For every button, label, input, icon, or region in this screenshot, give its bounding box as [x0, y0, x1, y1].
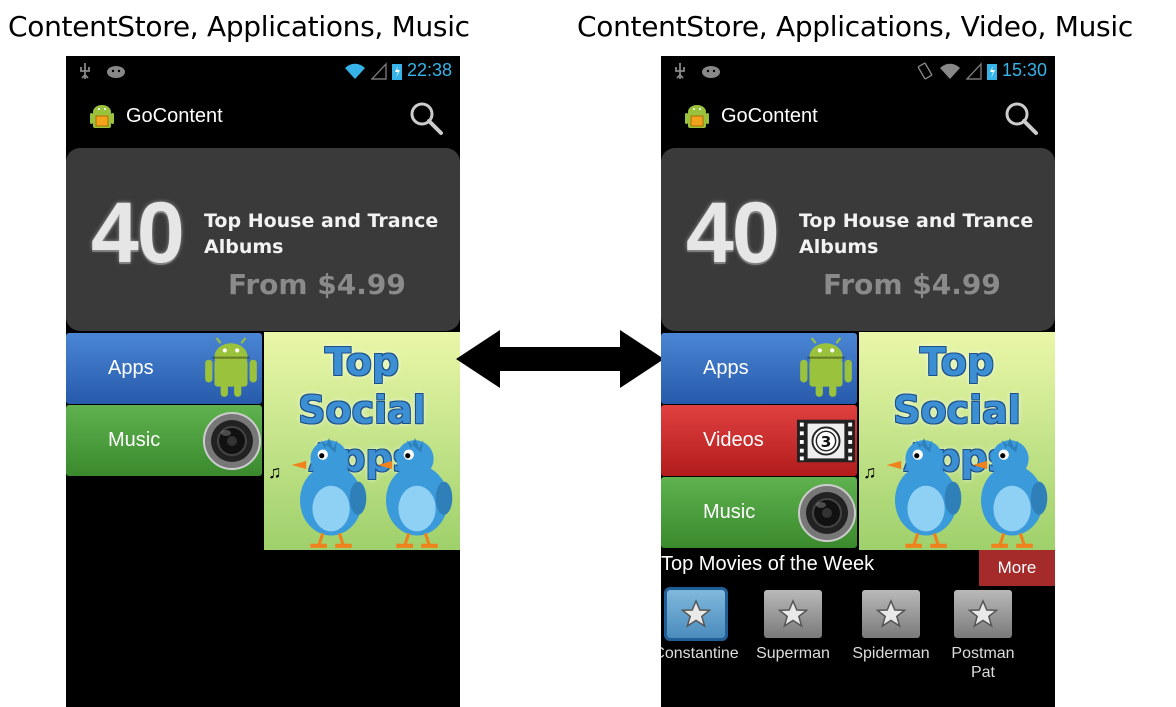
signal-icon [370, 61, 387, 80]
movie-item-constantine[interactable]: Constantine [661, 590, 746, 663]
promo-price: From $4.99 [228, 268, 406, 301]
star-icon [968, 599, 998, 629]
movie-thumb [667, 590, 725, 638]
gocontent-logo-icon [89, 102, 115, 132]
wifi-icon [344, 63, 365, 79]
apps-tile[interactable]: Apps [66, 333, 262, 404]
android-debug-icon [702, 66, 720, 78]
top-social-apps-banner[interactable]: Top Social Apps ♫ [859, 332, 1055, 550]
double-arrow-icon [456, 330, 664, 388]
apps-tile-label: Apps [108, 357, 154, 379]
promo-number: 40 [91, 185, 185, 281]
action-bar: GoContent [661, 86, 1055, 146]
app-title: GoContent [126, 105, 223, 127]
promo-banner[interactable]: 40 Top House and Trance Albums From $4.9… [66, 148, 460, 331]
android-icon [795, 335, 857, 401]
movie-item-spiderman[interactable]: Spiderman [841, 590, 941, 663]
svg-text:♫: ♫ [863, 462, 877, 482]
gocontent-logo-icon [684, 102, 710, 132]
movie-label: Postman Pat [951, 645, 1015, 681]
svg-text:♫: ♫ [268, 462, 282, 482]
android-icon [200, 335, 262, 401]
promo-number: 40 [686, 185, 780, 281]
battery-charging-icon [986, 63, 997, 80]
promo-banner[interactable]: 40 Top House and Trance Albums From $4.9… [661, 148, 1055, 331]
left-caption: ContentStore, Applications, Music [8, 10, 470, 43]
promo-price: From $4.99 [823, 268, 1001, 301]
movie-label: Constantine [661, 645, 739, 662]
speaker-icon [202, 411, 262, 471]
promo-text: Top House and Trance Albums [204, 210, 439, 258]
star-icon [876, 599, 906, 629]
videos-tile[interactable]: Videos [661, 405, 857, 476]
music-tile-label: Music [108, 429, 161, 451]
social-title-line1: Top Social [893, 340, 1021, 432]
movie-label: Superman [756, 645, 830, 662]
film-countdown-icon [797, 419, 855, 463]
top-social-apps-banner[interactable]: Top Social Apps ♫ [264, 332, 460, 550]
wifi-icon [939, 63, 960, 79]
status-bar: 22:38 [66, 56, 460, 86]
app-title: GoContent [721, 105, 818, 127]
movie-item-superman[interactable]: Superman [743, 590, 843, 663]
movie-list: Constantine Superman Spiderman Postman P… [661, 590, 1055, 700]
right-phone-screen: 15:30 GoContent 40 Top House and Trance … [661, 56, 1055, 707]
status-bar: 15:30 [661, 56, 1055, 86]
movie-thumb [764, 590, 822, 638]
birds-illustration: ♫ [863, 430, 1055, 550]
android-debug-icon [107, 66, 125, 78]
left-phone-screen: 22:38 GoContent 40 Top House and Trance … [66, 56, 460, 707]
music-tile-label: Music [703, 501, 756, 523]
star-icon [681, 599, 711, 629]
status-time: 15:30 [1001, 60, 1047, 80]
movie-item-postman-pat[interactable]: Postman Pat [941, 590, 1025, 682]
apps-tile[interactable]: Apps [661, 333, 857, 404]
battery-charging-icon [391, 63, 402, 80]
search-icon[interactable] [408, 100, 444, 136]
apps-tile-label: Apps [703, 357, 749, 379]
right-caption: ContentStore, Applications, Video, Music [577, 10, 1133, 43]
speaker-icon [797, 483, 857, 543]
more-button[interactable]: More [979, 550, 1055, 586]
movie-thumb [862, 590, 920, 638]
status-time: 22:38 [406, 60, 452, 80]
usb-icon [80, 63, 90, 79]
movie-label: Spiderman [852, 645, 930, 662]
usb-icon [675, 63, 685, 79]
signal-icon [965, 61, 982, 80]
videos-tile-label: Videos [703, 429, 764, 451]
birds-illustration: ♫ [268, 430, 460, 550]
top-movies-header: Top Movies of the Week More [661, 550, 1055, 586]
promo-text: Top House and Trance Albums [799, 210, 1034, 258]
music-tile[interactable]: Music [661, 477, 857, 548]
star-icon [778, 599, 808, 629]
search-icon[interactable] [1003, 100, 1039, 136]
top-movies-title: Top Movies of the Week [661, 553, 875, 575]
music-tile[interactable]: Music [66, 405, 262, 476]
rotate-icon [917, 62, 933, 79]
social-title-line1: Top Social [298, 340, 426, 432]
action-bar: GoContent [66, 86, 460, 146]
movie-thumb [954, 590, 1012, 638]
